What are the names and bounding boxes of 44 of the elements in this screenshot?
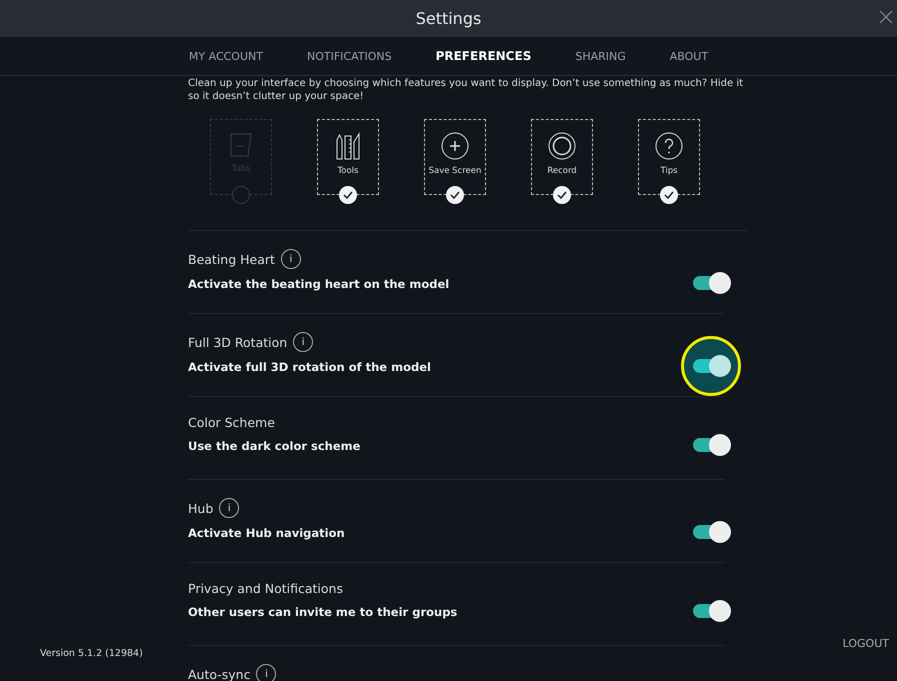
feature-label: Record — [547, 166, 577, 176]
intro-text: Clean up your interface by choosing which features you want to display. Don’t use something as much? Hide it so it doesn’t clutter up your space! — [188, 77, 744, 103]
toggle-switch[interactable] — [691, 434, 731, 456]
setting-description: Other users can invite me to their groups — [188, 604, 458, 619]
help-icon — [655, 132, 683, 160]
setting-description: Activate Hub navigation — [188, 526, 346, 540]
info-button[interactable]: i — [293, 332, 314, 352]
tab[interactable]: MY ACCOUNT — [166, 37, 285, 75]
toggle-switch[interactable] — [691, 521, 731, 543]
window-title: Settings — [416, 9, 482, 28]
setting-description: Activate full 3D rotation of the model — [188, 360, 432, 374]
tab[interactable]: SHARING — [553, 37, 648, 75]
checkmark-circle[interactable] — [553, 186, 571, 204]
tab[interactable]: PREFERENCES — [414, 37, 554, 75]
setting-title: Auto-sync — [188, 666, 250, 681]
checkmark-circle[interactable] — [660, 186, 678, 204]
setting-title: Beating Heart — [188, 252, 275, 266]
setting-title: Privacy and Notifications — [188, 581, 343, 596]
logout-button[interactable]: LOGOUT — [842, 637, 889, 650]
setting-description: Activate the beating heart on the model — [188, 277, 450, 291]
setting-title: Color Scheme — [188, 415, 275, 430]
toggle-switch[interactable] — [691, 600, 731, 622]
tab[interactable]: NOTIFICATIONS — [284, 37, 414, 75]
feature-label: Save Screen — [428, 166, 482, 176]
tab[interactable]: ABOUT — [648, 37, 730, 75]
close-icon[interactable] — [879, 10, 893, 24]
info-button[interactable]: i — [256, 664, 276, 681]
info-button[interactable]: i — [280, 249, 301, 269]
info-button[interactable]: i — [219, 498, 240, 518]
plus-circle-icon — [441, 132, 469, 160]
feature-label: Tips — [660, 166, 678, 176]
tools-icon — [335, 132, 361, 160]
toggle-switch[interactable] — [691, 355, 731, 377]
checkmark-circle[interactable] — [232, 186, 250, 204]
feature-label: Tools — [338, 166, 358, 176]
checkmark-circle[interactable] — [446, 186, 464, 204]
setting-description: Use the dark color scheme — [188, 438, 362, 453]
setting-title: Hub — [188, 500, 214, 516]
toggle-switch[interactable] — [691, 272, 731, 294]
record-icon — [548, 132, 576, 160]
version-label: Version 5.1.2 (12984) — [40, 648, 143, 659]
tab-icon — [229, 132, 253, 158]
checkmark-circle[interactable] — [339, 186, 357, 204]
setting-title: Full 3D Rotation — [188, 334, 288, 350]
